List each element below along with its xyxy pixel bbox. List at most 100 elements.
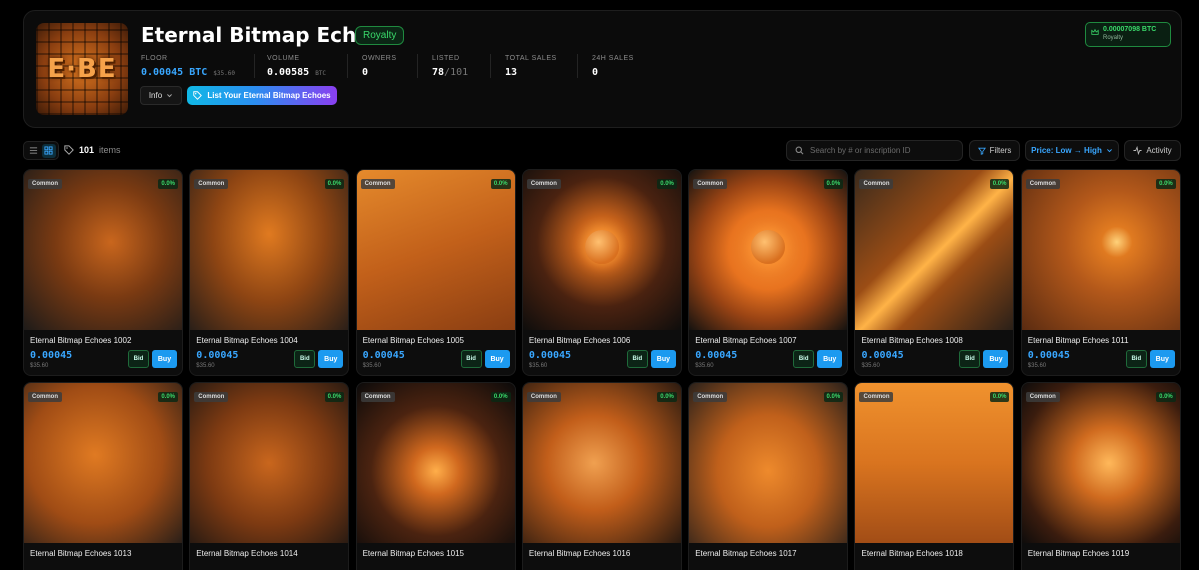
rarity-badge: Common xyxy=(28,179,62,189)
item-name: Eternal Bitmap Echoes 1008 xyxy=(861,336,963,345)
chevron-down-icon xyxy=(1106,149,1112,153)
item-price: 0.00045 xyxy=(861,350,904,361)
artwork-orb xyxy=(584,230,619,264)
item-card[interactable]: Common 0.0% Eternal Bitmap Echoes 1016 xyxy=(521,382,682,570)
item-card[interactable]: Common 0.0% Eternal Bitmap Echoes 1002 0… xyxy=(23,169,183,376)
item-artwork: Common 0.0% xyxy=(1021,383,1180,543)
item-artwork: Common 0.0% xyxy=(356,170,515,330)
item-price: 0.00045 xyxy=(528,350,572,361)
item-artwork: Common 0.0% xyxy=(522,170,681,330)
bid-button[interactable]: Bid xyxy=(1125,350,1147,368)
item-name: Eternal Bitmap Echoes 1014 xyxy=(196,549,298,558)
item-card[interactable]: Common 0.0% Eternal Bitmap Echoes 1018 xyxy=(854,382,1015,570)
buy-button[interactable]: Buy xyxy=(318,350,344,368)
item-artwork: Common 0.0% xyxy=(24,383,182,543)
rarity-badge: Common xyxy=(360,392,395,402)
item-card[interactable]: Common 0.0% Eternal Bitmap Echoes 1019 xyxy=(1020,382,1181,570)
rarity-badge: Common xyxy=(693,392,728,402)
collection-header: E·BE Eternal Bitmap Echoes Royalty FLOOR… xyxy=(23,10,1182,128)
buy-button[interactable]: Buy xyxy=(650,350,676,368)
item-name: Eternal Bitmap Echoes 1015 xyxy=(362,549,464,558)
stat-24h-sales: 24H SALES 0 xyxy=(592,55,634,78)
item-card[interactable]: Common 0.0% Eternal Bitmap Echoes 1015 xyxy=(355,382,516,570)
item-price: 0.00045 xyxy=(30,350,73,361)
bid-button[interactable]: Bid xyxy=(128,350,149,368)
search-box xyxy=(786,140,963,161)
rarity-percent: 0.0% xyxy=(490,392,511,402)
stat-floor: FLOOR 0.00045 BTC $35.60 xyxy=(141,55,235,78)
item-card[interactable]: Common 0.0% Eternal Bitmap Echoes 1004 0… xyxy=(189,169,350,376)
rarity-badge: Common xyxy=(1025,179,1060,189)
rarity-percent: 0.0% xyxy=(1156,179,1176,189)
collection-logo: E·BE xyxy=(36,23,128,115)
item-artwork: Common 0.0% xyxy=(855,170,1014,330)
item-card[interactable]: Common 0.0% Eternal Bitmap Echoes 1013 xyxy=(23,382,183,570)
info-dropdown-button[interactable]: Info xyxy=(140,86,182,105)
item-card[interactable]: Common 0.0% Eternal Bitmap Echoes 1008 0… xyxy=(854,169,1015,376)
item-card[interactable]: Common 0.0% Eternal Bitmap Echoes 1007 0… xyxy=(688,169,849,376)
item-usd-price: $35.60 xyxy=(861,363,880,369)
item-artwork: Common 0.0% xyxy=(356,383,515,543)
item-card[interactable]: Common 0.0% Eternal Bitmap Echoes 1011 0… xyxy=(1020,169,1181,376)
rarity-badge: Common xyxy=(194,179,229,189)
buy-button[interactable]: Buy xyxy=(983,350,1009,368)
bid-button[interactable]: Bid xyxy=(793,350,815,368)
list-collection-button[interactable]: List Your Eternal Bitmap Echoes xyxy=(187,86,337,105)
rarity-percent: 0.0% xyxy=(1156,392,1176,402)
item-usd-price: $35.60 xyxy=(528,363,548,369)
royalty-badge: Royalty xyxy=(355,26,405,45)
stat-total-sales: TOTAL SALES 13 xyxy=(505,55,557,78)
item-artwork: Common 0.0% xyxy=(522,383,681,543)
item-artwork: Common 0.0% xyxy=(855,383,1014,543)
item-name: Eternal Bitmap Echoes 1006 xyxy=(528,336,631,345)
buy-button[interactable]: Buy xyxy=(152,350,177,368)
item-artwork: Common 0.0% xyxy=(689,170,848,330)
item-usd-price: $35.60 xyxy=(695,363,714,369)
item-name: Eternal Bitmap Echoes 1002 xyxy=(30,336,132,345)
rarity-percent: 0.0% xyxy=(158,179,178,189)
item-card[interactable]: Common 0.0% Eternal Bitmap Echoes 1006 0… xyxy=(521,169,682,376)
item-name: Eternal Bitmap Echoes 1018 xyxy=(861,549,963,558)
royalty-info: 0.00007098 BTC Royalty xyxy=(1085,22,1171,47)
filters-button[interactable]: Filters xyxy=(969,140,1020,161)
bid-button[interactable]: Bid xyxy=(294,350,316,368)
sort-dropdown[interactable]: Price: Low → High xyxy=(1025,140,1119,161)
activity-icon xyxy=(1133,146,1142,155)
search-input[interactable] xyxy=(810,146,960,155)
buy-button[interactable]: Buy xyxy=(484,350,510,368)
rarity-badge: Common xyxy=(526,179,561,189)
item-card[interactable]: Common 0.0% Eternal Bitmap Echoes 1005 0… xyxy=(355,169,516,376)
search-icon xyxy=(795,146,804,155)
chevron-down-icon xyxy=(167,94,173,98)
item-name: Eternal Bitmap Echoes 1005 xyxy=(362,336,464,345)
activity-button[interactable]: Activity xyxy=(1124,140,1181,161)
bid-button[interactable]: Bid xyxy=(959,350,981,368)
buy-button[interactable]: Buy xyxy=(817,350,843,368)
item-artwork: Common 0.0% xyxy=(24,170,182,330)
rarity-percent: 0.0% xyxy=(657,392,677,402)
bid-button[interactable]: Bid xyxy=(460,350,482,368)
rarity-badge: Common xyxy=(1025,392,1060,402)
rarity-badge: Common xyxy=(859,392,894,402)
grid-view-button[interactable] xyxy=(41,143,56,158)
royalty-value: 0.00007098 BTC xyxy=(1103,26,1157,33)
item-artwork: Common 0.0% xyxy=(689,383,848,543)
rarity-badge: Common xyxy=(360,179,395,189)
rarity-badge: Common xyxy=(859,179,894,189)
item-card[interactable]: Common 0.0% Eternal Bitmap Echoes 1017 xyxy=(688,382,849,570)
item-card[interactable]: Common 0.0% Eternal Bitmap Echoes 1014 xyxy=(189,382,350,570)
item-usd-price: $35.60 xyxy=(196,363,215,369)
item-price: 0.00045 xyxy=(695,350,738,361)
rarity-percent: 0.0% xyxy=(823,179,844,189)
rarity-badge: Common xyxy=(526,392,561,402)
stat-listed: LISTED 78/101 xyxy=(432,55,469,78)
item-name: Eternal Bitmap Echoes 1011 xyxy=(1027,336,1129,345)
item-name: Eternal Bitmap Echoes 1013 xyxy=(30,549,132,558)
buy-button[interactable]: Buy xyxy=(1149,350,1175,368)
list-view-button[interactable] xyxy=(27,144,41,158)
bid-button[interactable]: Bid xyxy=(626,350,648,368)
item-price: 0.00045 xyxy=(196,350,239,361)
rarity-percent: 0.0% xyxy=(823,392,844,402)
view-toggle xyxy=(23,141,59,160)
tag-icon xyxy=(64,145,74,155)
